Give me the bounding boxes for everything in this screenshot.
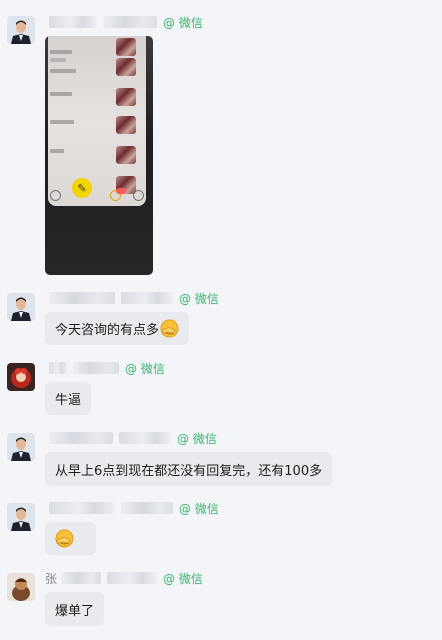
redacted-name (49, 502, 115, 514)
avatar[interactable] (7, 363, 35, 391)
sender-name-row: @ 微信 (45, 500, 219, 516)
message-bubble[interactable]: 从早上6点到现在都还没有回复完，还有100多 (45, 452, 333, 486)
character-figure-avatar-icon (7, 573, 35, 601)
phone-tabbar: ✎ (48, 178, 146, 206)
facepalm-emoji-icon (160, 319, 179, 338)
message-bubble[interactable]: 牛逼 (45, 382, 92, 415)
redacted-name (121, 292, 173, 304)
redacted-name (49, 292, 115, 304)
avatar[interactable] (7, 16, 35, 44)
shared-image[interactable]: ✎ (45, 36, 153, 275)
sender-name-row: @ 微信 (45, 14, 203, 30)
message-bubble[interactable]: 今天咨询的有点多 (45, 312, 190, 345)
message-bubble[interactable]: 爆单了 (45, 592, 105, 626)
redacted-name (61, 572, 102, 584)
man-in-suit-avatar-icon (7, 433, 35, 461)
redacted-name (103, 16, 157, 28)
avatar[interactable] (7, 573, 35, 601)
avatar[interactable] (7, 433, 35, 461)
sender-name-row: @ 微信 (45, 360, 165, 376)
source-tag: @ 微信 (177, 431, 217, 446)
message-text: 爆单了 (55, 603, 95, 619)
redacted-name (49, 432, 113, 444)
message-text: 牛逼 (55, 393, 82, 408)
redacted-name (107, 572, 158, 584)
avatar[interactable] (7, 503, 35, 531)
man-in-suit-avatar-icon (7, 503, 35, 531)
sender-name-row: @ 微信 (45, 430, 217, 446)
source-tag: @ 微信 (163, 15, 203, 30)
red-cartoon-avatar-icon (7, 363, 35, 391)
redacted-name (49, 362, 67, 374)
sender-name: 张 (45, 571, 58, 586)
man-in-suit-avatar-icon (7, 293, 35, 321)
message-text: 从早上6点到现在都还没有回复完，还有100多 (55, 463, 323, 479)
sender-name-row: @ 微信 (45, 290, 219, 306)
source-tag: @ 微信 (163, 571, 203, 586)
message-bubble[interactable] (45, 522, 96, 555)
camera-icon: ✎ (72, 178, 92, 198)
facepalm-emoji-icon (55, 529, 74, 548)
man-in-suit-avatar-icon (7, 16, 35, 44)
phone-screenshot: ✎ (48, 36, 146, 206)
message-text: 今天咨询的有点多 (55, 323, 160, 338)
source-tag: @ 微信 (125, 361, 165, 376)
redacted-name (119, 432, 171, 444)
sender-name-row: 张 @ 微信 (45, 570, 203, 586)
avatar[interactable] (7, 293, 35, 321)
redacted-name (73, 362, 119, 374)
redacted-name (49, 16, 97, 28)
source-tag: @ 微信 (179, 501, 219, 516)
source-tag: @ 微信 (179, 291, 219, 306)
redacted-name (121, 502, 173, 514)
